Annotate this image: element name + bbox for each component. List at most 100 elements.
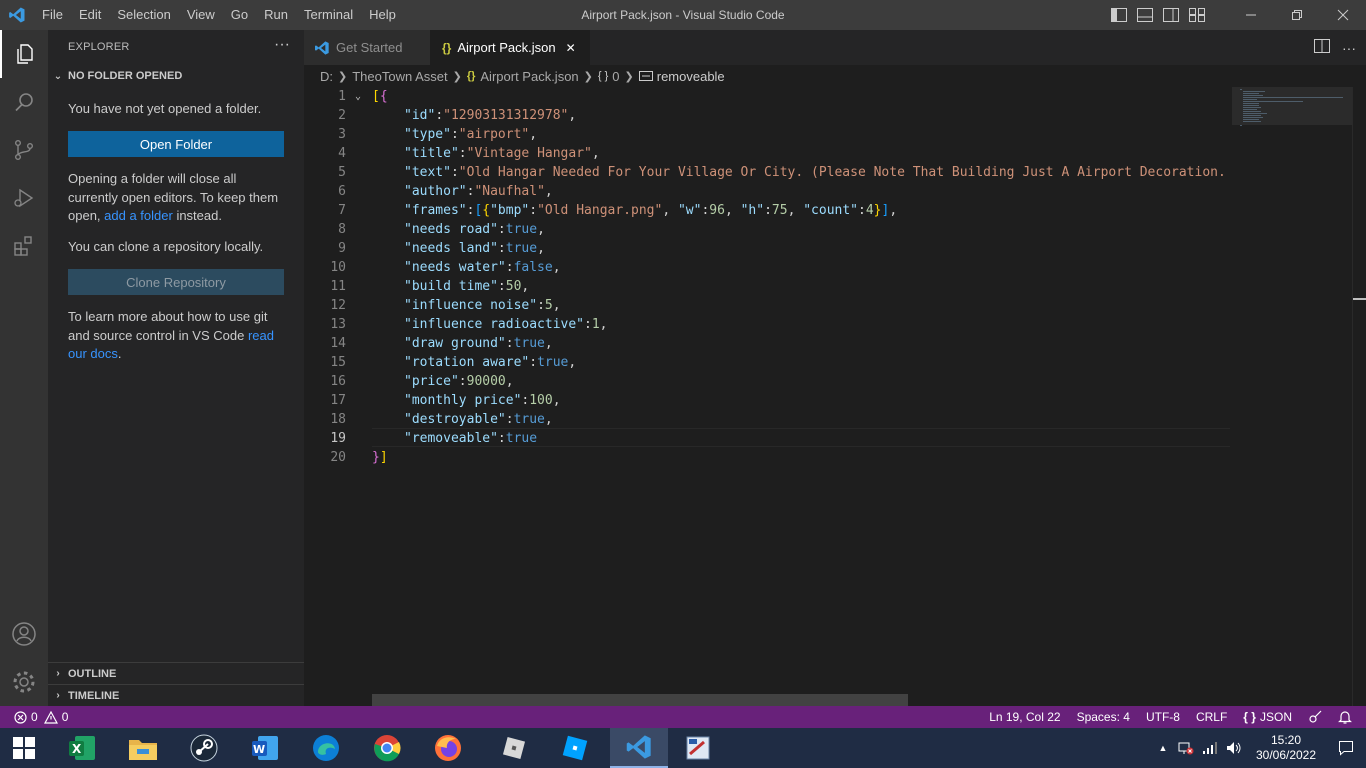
more-actions-icon[interactable]: ···: [1342, 40, 1356, 56]
cursor-position[interactable]: Ln 19, Col 22: [989, 710, 1060, 724]
minimap-slider[interactable]: [1232, 87, 1352, 125]
menu-view[interactable]: View: [179, 0, 223, 30]
vertical-scrollbar[interactable]: [1352, 87, 1366, 706]
network-disconnected-icon[interactable]: [1174, 741, 1198, 755]
chrome-icon[interactable]: [357, 728, 417, 768]
indentation[interactable]: Spaces: 4: [1077, 710, 1130, 724]
code-line[interactable]: 7 "frames":[{"bmp":"Old Hangar.png", "w":…: [304, 201, 1234, 220]
roblox-studio-icon[interactable]: [545, 728, 605, 768]
paint-icon[interactable]: [668, 728, 728, 768]
code-line[interactable]: 4 "title":"Vintage Hangar",: [304, 144, 1234, 163]
volume-icon[interactable]: [1222, 741, 1246, 755]
code-line[interactable]: 2 "id":"12903131312978",: [304, 106, 1234, 125]
title-bar: File Edit Selection View Go Run Terminal…: [0, 0, 1366, 30]
code-line[interactable]: 5 "text":"Old Hangar Needed For Your Vill…: [304, 163, 1249, 182]
menu-run[interactable]: Run: [256, 0, 296, 30]
explorer-icon[interactable]: [0, 30, 48, 78]
code-token: :: [764, 203, 772, 218]
minimize-icon[interactable]: [1228, 0, 1274, 30]
code-token: {: [379, 89, 388, 104]
add-folder-link[interactable]: add a folder: [104, 208, 173, 223]
menu-go[interactable]: Go: [223, 0, 256, 30]
settings-gear-icon[interactable]: [0, 658, 48, 706]
menu-help[interactable]: Help: [361, 0, 404, 30]
split-editor-icon[interactable]: [1314, 39, 1330, 56]
notification-center-icon[interactable]: [1326, 728, 1366, 768]
file-explorer-icon[interactable]: [113, 728, 173, 768]
notifications-bell-icon[interactable]: [1338, 710, 1352, 724]
outline-section-header[interactable]: › OUTLINE: [48, 662, 304, 684]
more-actions-icon[interactable]: ···: [274, 36, 290, 54]
excel-icon[interactable]: X: [52, 728, 112, 768]
chevron-up-icon[interactable]: ▲: [1152, 743, 1174, 753]
code-line[interactable]: 3 "type":"airport",: [304, 125, 1234, 144]
minimap[interactable]: [1232, 87, 1352, 706]
word-icon[interactable]: W: [235, 728, 295, 768]
close-window-icon[interactable]: [1320, 0, 1366, 30]
code-line[interactable]: 14 "draw ground":true,: [304, 334, 1234, 353]
code-line[interactable]: 6 "author":"Naufhal",: [304, 182, 1234, 201]
edge-icon[interactable]: [296, 728, 356, 768]
breadcrumb-file[interactable]: Airport Pack.json: [480, 69, 578, 84]
roblox-icon[interactable]: [484, 728, 544, 768]
encoding[interactable]: UTF-8: [1146, 710, 1180, 724]
code-token: :: [529, 355, 538, 370]
breadcrumb-property[interactable]: removeable: [657, 69, 725, 84]
code-line[interactable]: 20}]: [304, 448, 1234, 467]
vscode-icon[interactable]: [610, 728, 668, 768]
signal-strength-icon[interactable]: [1198, 742, 1222, 754]
clock[interactable]: 15:20 30/06/2022: [1246, 733, 1326, 763]
line-number: 18: [330, 412, 346, 427]
clone-repository-button[interactable]: Clone Repository: [68, 269, 284, 295]
toggle-panel-icon[interactable]: [1136, 7, 1154, 23]
restore-icon[interactable]: [1274, 0, 1320, 30]
toggle-secondary-sidebar-icon[interactable]: [1162, 7, 1180, 23]
breadcrumb-folder[interactable]: TheoTown Asset: [352, 69, 447, 84]
code-line[interactable]: 12 "influence noise":5,: [304, 296, 1234, 315]
code-token: ,: [787, 203, 804, 218]
problems-indicator[interactable]: 0 0: [14, 706, 68, 728]
toggle-sidebar-icon[interactable]: [1110, 7, 1128, 23]
start-icon[interactable]: [0, 728, 48, 768]
language-mode[interactable]: { } JSON: [1243, 710, 1292, 724]
menu-file[interactable]: File: [34, 0, 71, 30]
code-editor[interactable]: 1 ⌄[{2 "id":"12903131312978", 3 "type":"airp…: [304, 87, 1366, 706]
tab-airport-pack[interactable]: {} Airport Pack.json ✕: [430, 30, 590, 65]
fold-chevron-icon[interactable]: ⌄: [355, 87, 361, 106]
horizontal-scrollbar[interactable]: [372, 694, 908, 706]
code-line[interactable]: 1 ⌄ [{: [304, 87, 1234, 106]
feedback-icon[interactable]: [1308, 710, 1322, 724]
code-line[interactable]: 13 "influence radioactive":1,: [304, 315, 1234, 334]
steam-icon[interactable]: [174, 728, 234, 768]
code-line[interactable]: 16 "price":90000,: [304, 372, 1234, 391]
code-line[interactable]: 15 "rotation aware":true,: [304, 353, 1234, 372]
run-debug-icon[interactable]: [0, 174, 48, 222]
close-tab-icon[interactable]: ✕: [566, 41, 576, 55]
open-folder-button[interactable]: Open Folder: [68, 131, 284, 157]
code-line[interactable]: 19 "removeable":true: [304, 429, 1234, 448]
extensions-icon[interactable]: [0, 222, 48, 270]
firefox-icon[interactable]: [418, 728, 478, 768]
source-control-icon[interactable]: [0, 126, 48, 174]
code-line[interactable]: 9 "needs land":true,: [304, 239, 1234, 258]
customize-layout-icon[interactable]: [1188, 7, 1206, 23]
code-line[interactable]: 8 "needs road":true,: [304, 220, 1234, 239]
accounts-icon[interactable]: [0, 610, 48, 658]
code-line[interactable]: 10 "needs water":false,: [304, 258, 1234, 277]
code-line[interactable]: 11 "build time":50,: [304, 277, 1234, 296]
tab-get-started[interactable]: Get Started: [304, 30, 430, 65]
menu-selection[interactable]: Selection: [109, 0, 178, 30]
code-line[interactable]: 18 "destroyable":true,: [304, 410, 1234, 429]
search-icon[interactable]: [0, 78, 48, 126]
line-number: 3: [338, 127, 346, 142]
code-line[interactable]: 17 "monthly price":100,: [304, 391, 1234, 410]
line-code: "id":"12903131312978",: [404, 106, 576, 125]
menu-terminal[interactable]: Terminal: [296, 0, 361, 30]
breadcrumb-drive[interactable]: D:: [320, 69, 333, 84]
menu-edit[interactable]: Edit: [71, 0, 109, 30]
code-token: "needs water": [404, 260, 506, 275]
timeline-section-header[interactable]: › TIMELINE: [48, 684, 304, 706]
breadcrumb-index[interactable]: 0: [612, 69, 619, 84]
no-folder-section-header[interactable]: ⌄ NO FOLDER OPENED: [48, 65, 304, 87]
line-ending[interactable]: CRLF: [1196, 710, 1227, 724]
